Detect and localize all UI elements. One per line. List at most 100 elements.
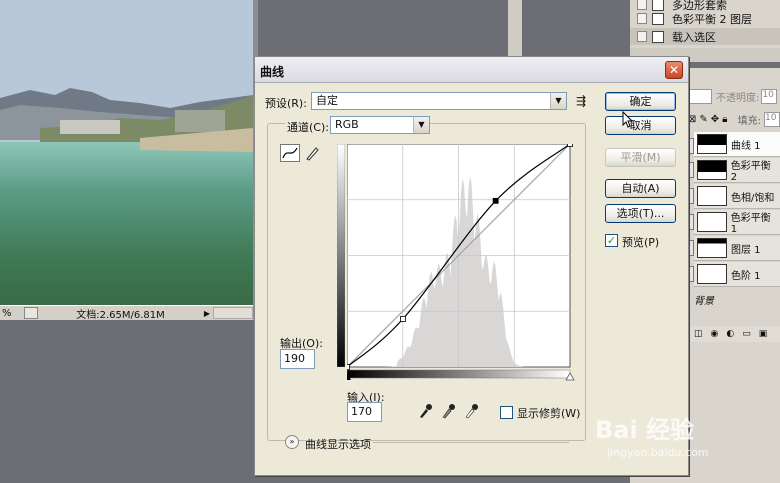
smooth-button[interactable]: 平滑(M) xyxy=(605,148,676,167)
chevron-down-icon[interactable]: ▼ xyxy=(413,117,429,133)
history-checkbox[interactable] xyxy=(637,13,647,24)
history-state-icon xyxy=(652,30,664,43)
watermark-logo: Bai 经验 xyxy=(595,416,695,444)
layer-row-color-balance-1[interactable]: 色彩平衡 1 xyxy=(694,210,780,235)
history-checkbox[interactable] xyxy=(637,0,647,10)
gray-eyedropper-icon[interactable] xyxy=(441,403,455,419)
pencil-icon xyxy=(306,147,319,161)
layer-row-curves-1[interactable]: 曲线 1 xyxy=(694,132,780,157)
opacity-input[interactable]: 10 xyxy=(761,88,778,104)
preset-select[interactable]: 自定 ▼ xyxy=(311,92,567,110)
fx-icon[interactable]: ◉ xyxy=(711,329,719,339)
history-label: 色彩平衡 2 图层 xyxy=(672,12,752,26)
layer-name: 色阶 1 xyxy=(731,270,761,282)
dialog-titlebar[interactable]: 曲线 ✕ xyxy=(255,57,688,83)
history-checkbox[interactable] xyxy=(637,31,647,42)
layer-row-color-balance-2[interactable]: 色彩平衡 2 xyxy=(694,158,780,183)
input-gradient-bar xyxy=(347,369,571,379)
history-state-icon xyxy=(652,12,664,25)
layer-row-levels-1[interactable]: 色阶 1 xyxy=(694,262,780,287)
chevron-down-icon[interactable]: ▼ xyxy=(550,93,566,109)
status-arrow-icon[interactable]: ▶ xyxy=(201,309,213,318)
layer-name: 色相/饱和 xyxy=(731,192,775,204)
output-input[interactable]: 190 xyxy=(280,349,315,369)
expand-options-icon[interactable]: » xyxy=(285,435,299,449)
new-group-icon[interactable]: ▭ xyxy=(742,329,751,339)
preview-label: 预览(P) xyxy=(622,236,660,249)
preset-label: 预设(R): xyxy=(265,97,307,110)
document-size: 文档:2.65M/6.81M xyxy=(76,309,165,321)
layer-name: 曲线 1 xyxy=(731,140,761,152)
document-status-bar: % 文档:2.65M/6.81M ▶ xyxy=(0,305,253,321)
channel-label: 通道(C): xyxy=(285,119,331,135)
new-layer-icon[interactable]: ▣ xyxy=(759,329,768,339)
horizontal-scrollbar[interactable] xyxy=(213,307,253,319)
preset-options-icon[interactable]: ⇶ xyxy=(576,94,586,108)
history-item[interactable]: 色彩平衡 2 图层 xyxy=(630,10,780,27)
divider xyxy=(373,442,569,443)
baidu-watermark: Bai 经验 jingyan.baidu.com xyxy=(595,410,775,470)
layers-bottom-toolbar: ◫ ◉ ◐ ▭ ▣ xyxy=(688,326,780,342)
dialog-title: 曲线 xyxy=(260,65,285,79)
adjustment-layer-icon[interactable]: ◐ xyxy=(726,329,734,339)
channel-select[interactable]: RGB ▼ xyxy=(330,116,430,134)
link-layers-icon[interactable]: ◫ xyxy=(694,329,703,339)
fill-input[interactable]: 10 xyxy=(764,111,780,127)
curve-point-tool[interactable] xyxy=(280,144,300,162)
layer-mask-thumbnail xyxy=(697,160,727,180)
display-options-label: 曲线显示选项 xyxy=(305,438,371,451)
preset-value: 自定 xyxy=(316,94,338,107)
curve-graph[interactable] xyxy=(347,144,576,384)
fill-label: 填充: xyxy=(737,115,761,127)
document-canvas[interactable] xyxy=(0,0,253,305)
input-input[interactable]: 170 xyxy=(347,402,382,422)
output-gradient-bar xyxy=(337,144,345,367)
zoom-level[interactable]: % xyxy=(0,308,22,319)
curve-point[interactable] xyxy=(567,144,573,147)
show-clipping-label: 显示修剪(W) xyxy=(517,407,581,420)
ok-button[interactable]: 确定 xyxy=(605,92,676,111)
curve-point[interactable] xyxy=(400,316,406,322)
show-clipping-checkbox[interactable] xyxy=(500,406,513,419)
auto-button[interactable]: 自动(A) xyxy=(605,179,676,198)
options-button[interactable]: 选项(T)... xyxy=(605,204,676,223)
layer-name: 图层 1 xyxy=(731,244,761,256)
pencil-tool[interactable] xyxy=(304,144,320,162)
white-eyedropper-icon[interactable] xyxy=(464,403,478,419)
layers-options-row: 不透明度: 10 xyxy=(688,87,780,105)
layer-row-hue-saturation[interactable]: 色相/饱和 xyxy=(694,184,780,209)
layer-mask-thumbnail xyxy=(697,134,727,154)
preview-checkbox[interactable]: ✓ xyxy=(605,234,618,247)
watermark-url: jingyan.baidu.com xyxy=(607,446,709,459)
history-item-selected[interactable]: 载入选区 xyxy=(630,28,780,45)
channel-value: RGB xyxy=(335,118,359,131)
curve-point-active[interactable] xyxy=(492,197,499,204)
mouse-cursor-icon xyxy=(622,111,634,128)
padlock-icon[interactable]: 🔒︎ xyxy=(722,114,727,125)
document-window[interactable]: % 文档:2.65M/6.81M ▶ xyxy=(0,0,258,321)
layer-thumbnail xyxy=(697,238,727,258)
layer-name-background[interactable]: 背景 xyxy=(694,292,714,307)
layer-mask-thumbnail xyxy=(697,264,727,284)
status-menu-icon[interactable] xyxy=(24,307,38,319)
blend-mode-select[interactable] xyxy=(688,88,712,104)
close-button[interactable]: ✕ xyxy=(665,61,683,79)
opacity-label: 不透明度: xyxy=(716,92,760,104)
cancel-button[interactable]: 取消 xyxy=(605,116,676,135)
brush-lock-icon[interactable]: ✎ xyxy=(699,114,707,125)
lock-icon[interactable]: ⊠ xyxy=(688,114,696,125)
layer-row-layer-1[interactable]: 图层 1 xyxy=(694,236,780,261)
layers-lock-row: ⊠ ✎ ✥ 🔒︎ 填充: 10 xyxy=(688,110,780,128)
layer-mask-thumbnail xyxy=(697,212,727,232)
move-lock-icon[interactable]: ✥ xyxy=(711,114,719,125)
panel-divider xyxy=(508,0,522,56)
curve-point[interactable] xyxy=(347,364,350,370)
workspace-background xyxy=(258,0,523,56)
history-label: 载入选区 xyxy=(672,30,716,44)
history-state-icon xyxy=(652,0,664,11)
lake-photo xyxy=(0,0,253,305)
layer-name: 色彩平衡 1 xyxy=(730,213,771,235)
layer-mask-thumbnail xyxy=(697,186,727,206)
black-eyedropper-icon[interactable] xyxy=(418,403,432,419)
layer-name: 色彩平衡 2 xyxy=(730,161,771,183)
